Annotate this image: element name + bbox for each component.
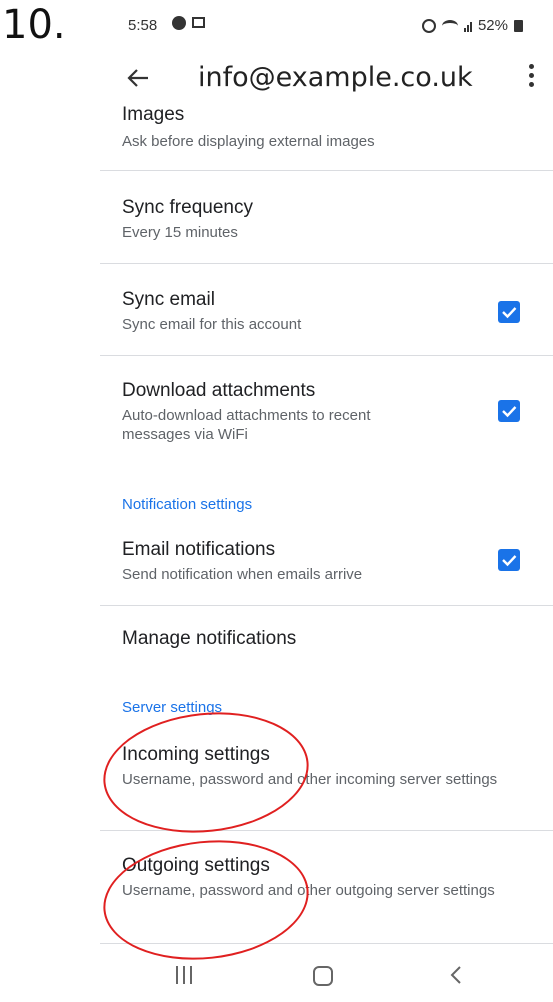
download-attachments-checkbox[interactable] [498, 400, 520, 422]
section-header-notifications: Notification settings [122, 496, 253, 513]
messenger-icon [172, 16, 186, 30]
phone-screen: 5:58 52% info@example.co.uk Images Ask b… [100, 0, 553, 1002]
home-icon[interactable] [313, 966, 333, 986]
setting-subtitle: Send notification when emails arrive [122, 566, 363, 583]
alarm-icon [421, 18, 436, 33]
signal-icon [463, 20, 472, 32]
setting-title: Download attachments [122, 380, 316, 401]
setting-subtitle: Ask before displaying external images [122, 133, 375, 150]
system-nav-bar [100, 952, 553, 1002]
setting-manage-notifications[interactable]: Manage notifications [100, 606, 553, 678]
setting-title: Images [122, 104, 185, 125]
more-options-icon[interactable] [527, 64, 535, 94]
battery-percent: 52% [477, 17, 508, 34]
wifi-icon [441, 19, 458, 32]
step-number: 10. [2, 2, 66, 48]
setting-subtitle: Auto-download attachments to recent mess… [122, 407, 371, 443]
setting-title: Email notifications [122, 539, 276, 560]
setting-subtitle: Sync email for this account [122, 316, 302, 333]
setting-title: Sync email [122, 289, 215, 310]
setting-sync-frequency[interactable]: Sync frequency Every 15 minutes [100, 171, 553, 263]
sync-email-checkbox[interactable] [498, 301, 520, 323]
setting-sync-email[interactable]: Sync email Sync email for this account [100, 264, 553, 355]
status-time: 5:58 [128, 17, 158, 34]
account-title: info@example.co.uk [198, 62, 473, 93]
back-arrow-icon[interactable] [120, 60, 156, 96]
setting-title: Manage notifications [122, 628, 297, 649]
setting-title: Sync frequency [122, 197, 253, 218]
setting-download-attachments[interactable]: Download attachments Auto-download attac… [100, 356, 553, 472]
setting-images[interactable]: Images Ask before displaying external im… [100, 104, 553, 170]
battery-icon [514, 19, 523, 32]
image-notification-icon [192, 17, 205, 28]
nav-back-icon[interactable] [448, 962, 464, 993]
email-notifications-checkbox[interactable] [498, 549, 520, 571]
status-right: 52% [421, 17, 523, 34]
recent-apps-icon[interactable] [176, 966, 192, 984]
setting-subtitle: Every 15 minutes [122, 224, 238, 241]
app-bar: info@example.co.uk [100, 48, 553, 110]
status-bar: 5:58 52% [100, 0, 553, 48]
setting-email-notifications[interactable]: Email notifications Send notification wh… [100, 525, 553, 605]
